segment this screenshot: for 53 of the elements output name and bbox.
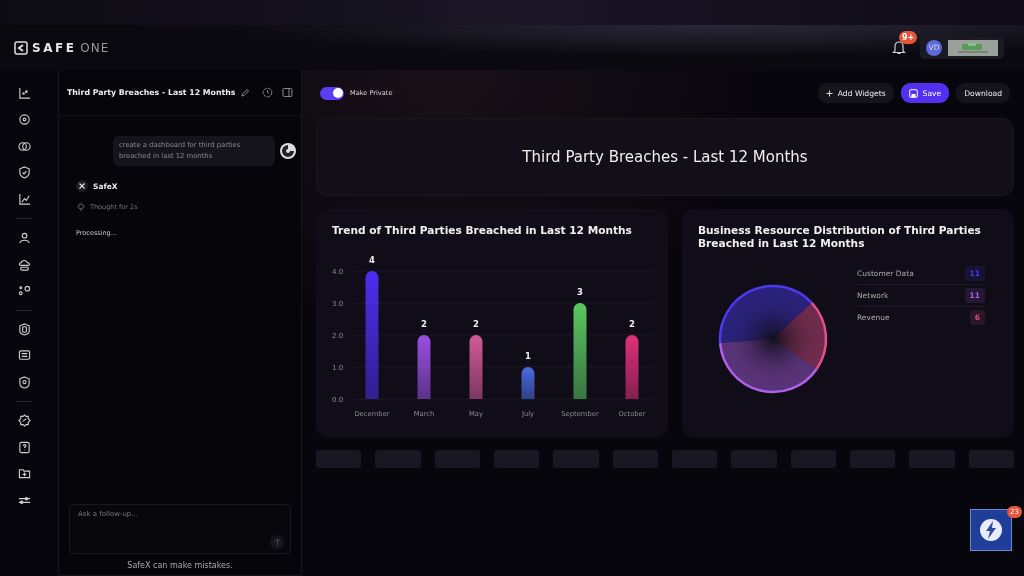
- bar: [521, 367, 535, 399]
- skeleton-block: [434, 450, 480, 468]
- cloud-icon[interactable]: [17, 257, 31, 271]
- bar-value-label: 2: [473, 319, 479, 329]
- history-icon[interactable]: [262, 87, 273, 98]
- arrow-up-icon: [273, 538, 281, 546]
- bar-value-label: 4: [369, 255, 375, 265]
- panel-icon[interactable]: [282, 87, 293, 98]
- close-icon: [76, 180, 88, 192]
- skeleton-block: [672, 450, 718, 468]
- bar-value-label: 2: [629, 319, 635, 329]
- settings-icon[interactable]: [17, 414, 31, 428]
- bar: [417, 335, 431, 399]
- skeleton-block: [375, 450, 421, 468]
- lightning-icon: [978, 517, 1004, 543]
- skeleton-block: [968, 450, 1014, 468]
- user-icon[interactable]: [17, 231, 31, 245]
- shield-check-icon[interactable]: [17, 166, 31, 180]
- folder-icon[interactable]: [17, 467, 31, 481]
- skeleton-block: [909, 450, 955, 468]
- help-icon[interactable]: [17, 440, 31, 454]
- line-chart-icon[interactable]: [17, 192, 31, 206]
- list-icon[interactable]: [17, 349, 31, 363]
- user-avatar-icon: [279, 142, 297, 160]
- bar-value-label: 3: [577, 287, 583, 297]
- plus-icon: [825, 89, 833, 97]
- target-icon[interactable]: [17, 113, 31, 127]
- make-private-toggle[interactable]: [320, 86, 344, 100]
- bar-value-label: 2: [421, 319, 427, 329]
- search-shield-icon[interactable]: [17, 375, 31, 389]
- disclaimer: SafeX can make mistakes.: [126, 560, 234, 572]
- skeleton-block: [850, 450, 896, 468]
- bar-value-label: 1: [525, 351, 531, 361]
- skeleton-block: [553, 450, 599, 468]
- logo-icon: [14, 40, 28, 55]
- pencil-icon[interactable]: [240, 87, 251, 98]
- chart-title: Trend of Third Parties Breached in Last 12 Months: [332, 224, 632, 237]
- save-icon: [908, 88, 918, 98]
- dashboard-title: Third Party Breaches - Last 12 Months: [522, 148, 808, 166]
- notification-badge: 9+: [899, 31, 918, 44]
- chart-title: Business Resource Distribution of Third Parties Breached in Last 12 Months: [698, 224, 982, 250]
- skeleton-block: [790, 450, 836, 468]
- scatter-chart-icon[interactable]: [17, 87, 31, 100]
- assistant-launcher[interactable]: [970, 509, 1012, 551]
- brand-name: SAFE: [32, 40, 77, 55]
- skeleton-block: [494, 450, 540, 468]
- skeleton-block: [731, 450, 777, 468]
- skeleton-block: [612, 450, 658, 468]
- brand-name-suffix: ONE: [80, 40, 110, 55]
- bell-icon[interactable]: [892, 40, 906, 55]
- bar: [625, 335, 639, 399]
- skeleton-block: [316, 450, 362, 468]
- bar: [469, 335, 483, 399]
